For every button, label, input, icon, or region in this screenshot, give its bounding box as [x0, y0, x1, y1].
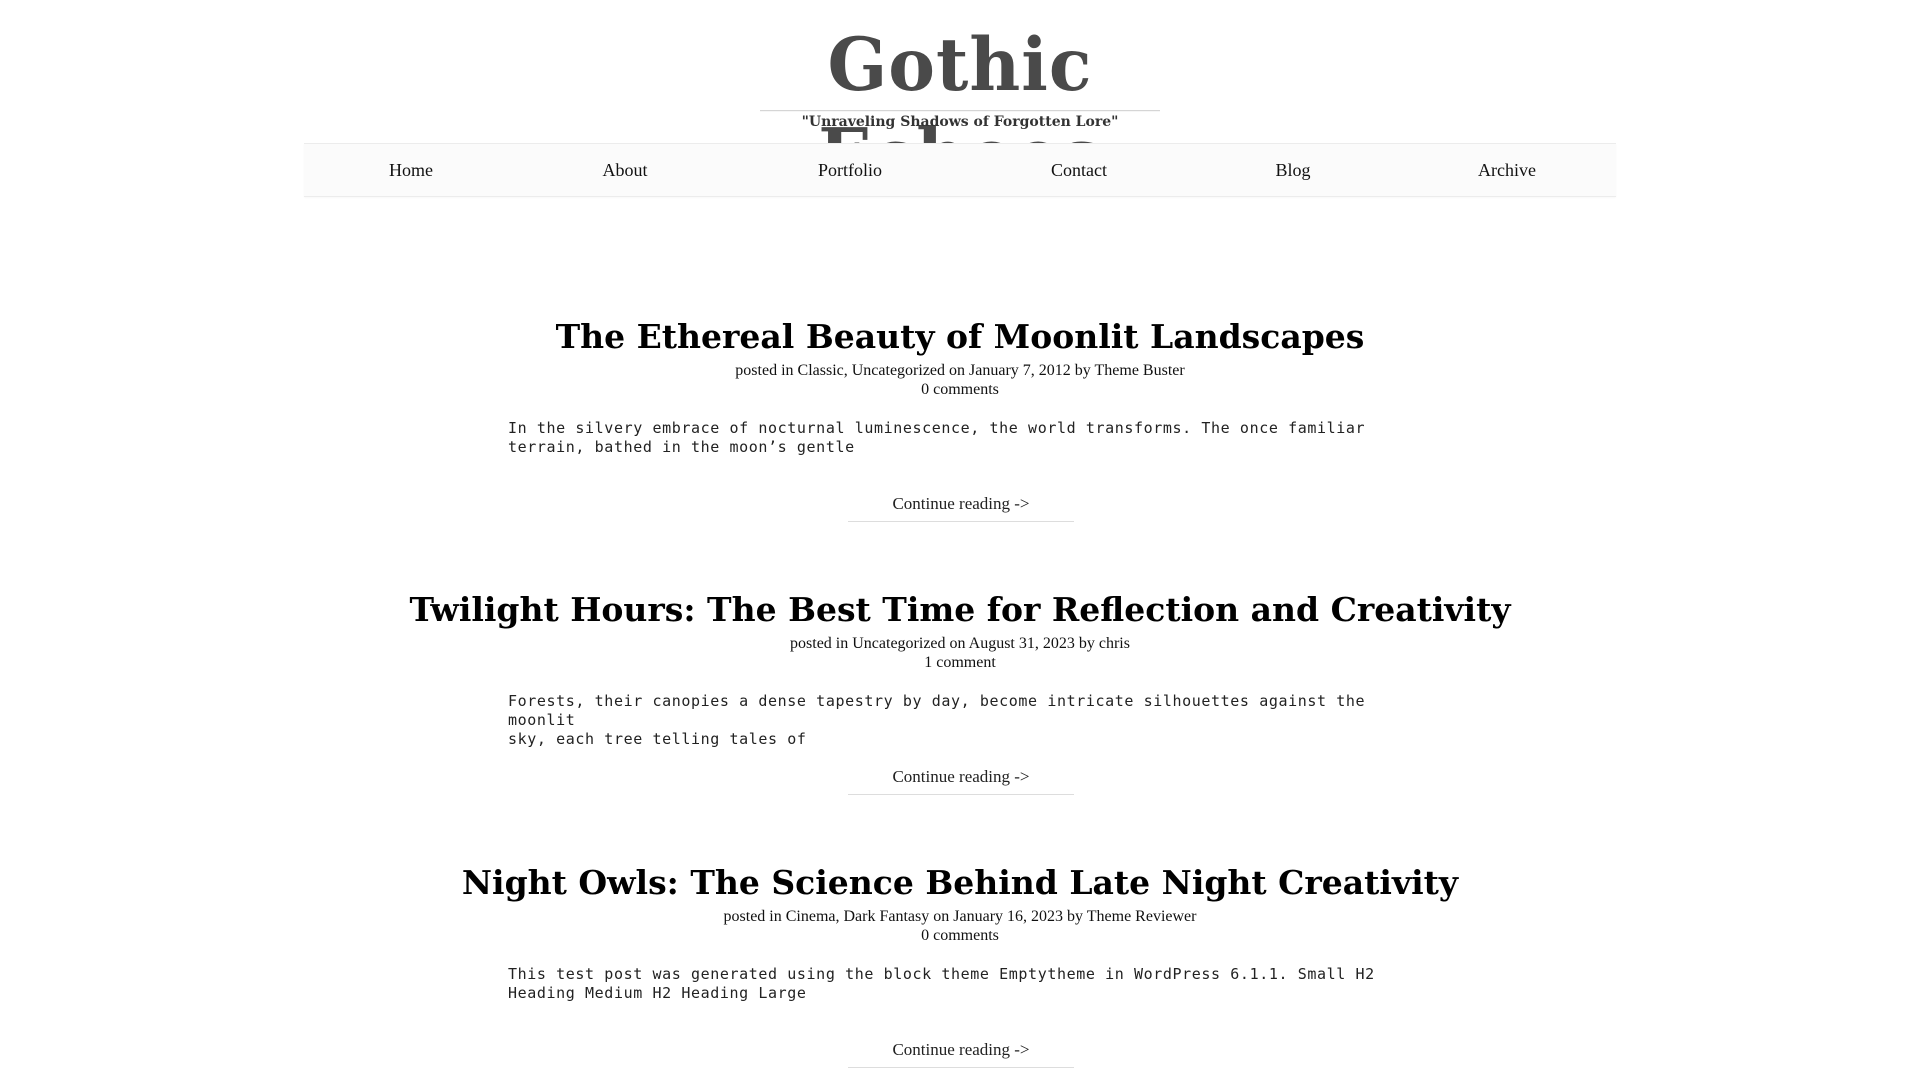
- on-label: on: [949, 362, 966, 379]
- continue-reading-link[interactable]: Continue reading ->: [892, 767, 1029, 786]
- nav-item-contact[interactable]: Contact: [1051, 144, 1107, 196]
- continue-reading-link[interactable]: Continue reading ->: [892, 494, 1029, 513]
- by-label: by: [1078, 635, 1095, 652]
- nav-item-home[interactable]: Home: [389, 144, 433, 196]
- site-title[interactable]: Gothic Echoes: [760, 20, 1160, 198]
- post-date[interactable]: January 7, 2012: [969, 362, 1071, 379]
- posted-in-label: posted in: [735, 362, 794, 379]
- continue-reading-link[interactable]: Continue reading ->: [892, 1040, 1029, 1059]
- posted-in-label: posted in: [723, 908, 782, 925]
- on-label: on: [949, 635, 966, 652]
- continue-reading-wrapper: Continue reading ->: [848, 766, 1074, 795]
- site-tagline: "Unraveling Shadows of Forgotten Lore": [801, 114, 1119, 130]
- nav-item-about[interactable]: About: [603, 144, 648, 196]
- comments-link[interactable]: 0 comments: [460, 926, 1460, 945]
- category-link[interactable]: Dark Fantasy: [844, 908, 930, 925]
- post-date[interactable]: January 16, 2023: [953, 908, 1063, 925]
- nav-item-archive[interactable]: Archive: [1478, 144, 1536, 196]
- nav-item-blog[interactable]: Blog: [1275, 144, 1310, 196]
- post-title[interactable]: Night Owls: The Science Behind Late Nigh…: [360, 863, 1560, 903]
- category-separator: ,: [843, 362, 852, 379]
- post-title[interactable]: Twilight Hours: The Best Time for Reflec…: [360, 590, 1560, 630]
- main-navigation: Home About Portfolio Contact Blog Archiv…: [304, 143, 1616, 197]
- post-excerpt: In the silvery embrace of nocturnal lumi…: [508, 419, 1366, 456]
- post-excerpt: Forests, their canopies a dense tapestry…: [508, 692, 1366, 748]
- category-link[interactable]: Classic: [798, 362, 844, 379]
- category-link[interactable]: Uncategorized: [852, 362, 945, 379]
- category-link[interactable]: Cinema: [786, 908, 836, 925]
- post-title[interactable]: The Ethereal Beauty of Moonlit Landscape…: [360, 317, 1560, 357]
- continue-reading-wrapper: Continue reading ->: [848, 1039, 1074, 1068]
- comments-link[interactable]: 1 comment: [460, 653, 1460, 672]
- post-meta: posted in Cinema, Dark Fantasy on Januar…: [460, 907, 1460, 926]
- post-author[interactable]: Theme Reviewer: [1087, 908, 1197, 925]
- category-link[interactable]: Uncategorized: [852, 635, 945, 652]
- by-label: by: [1074, 362, 1091, 379]
- continue-reading-wrapper: Continue reading ->: [848, 493, 1074, 522]
- post-date[interactable]: August 31, 2023: [969, 635, 1075, 652]
- comments-link[interactable]: 0 comments: [460, 380, 1460, 399]
- posted-in-label: posted in: [790, 635, 849, 652]
- on-label: on: [933, 908, 950, 925]
- category-separator: ,: [835, 908, 844, 925]
- post-author[interactable]: chris: [1099, 635, 1130, 652]
- nav-item-portfolio[interactable]: Portfolio: [818, 144, 882, 196]
- post-excerpt: This test post was generated using the b…: [508, 965, 1375, 1002]
- post-meta: posted in Classic, Uncategorized on Janu…: [460, 361, 1460, 380]
- page: Gothic Echoes "Unraveling Shadows of For…: [0, 0, 1920, 1080]
- post-meta: posted in Uncategorized on August 31, 20…: [460, 634, 1460, 653]
- by-label: by: [1067, 908, 1084, 925]
- post-author[interactable]: Theme Buster: [1095, 362, 1185, 379]
